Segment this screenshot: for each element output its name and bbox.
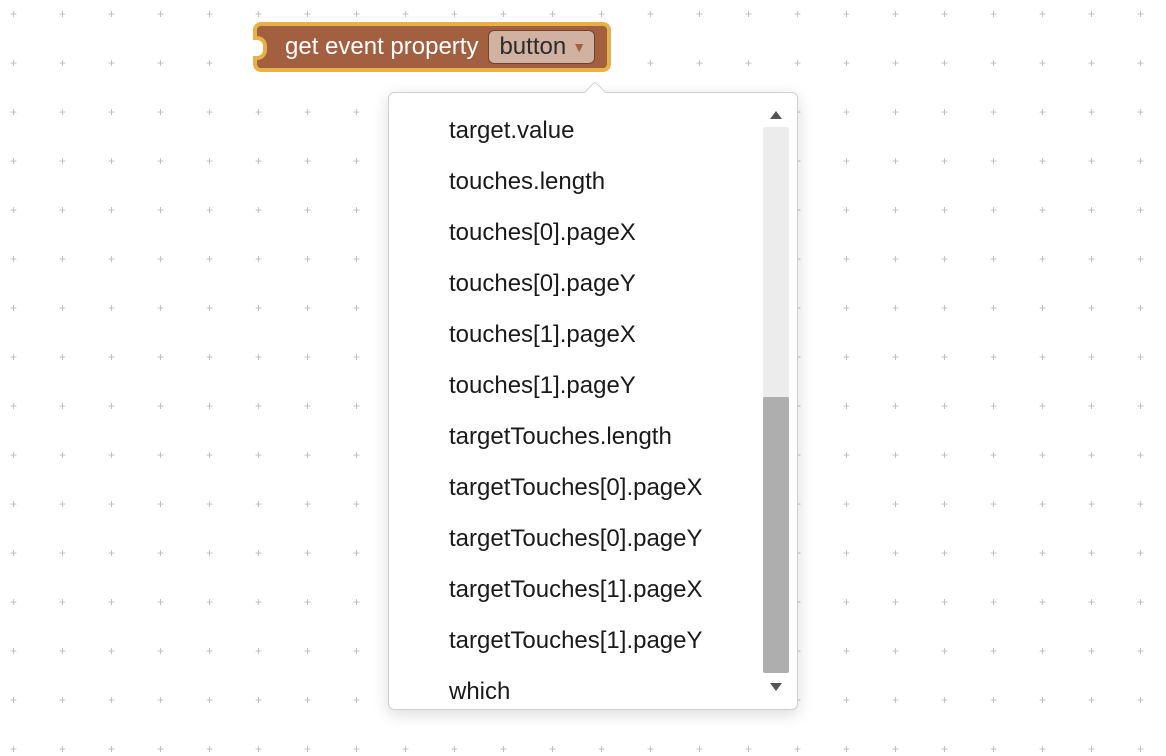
menu-item[interactable]: touches.length <box>449 156 763 207</box>
menu-pointer <box>583 82 605 93</box>
block-label: get event property <box>285 33 478 61</box>
get-event-property-block[interactable]: get event property button ▼ <box>253 22 611 72</box>
scrollbar-track[interactable] <box>763 127 789 673</box>
scroll-down-icon[interactable] <box>770 683 782 691</box>
chevron-down-icon: ▼ <box>572 39 586 55</box>
scroll-up-icon[interactable] <box>770 111 782 119</box>
menu-item[interactable]: target.value <box>449 105 763 156</box>
property-dropdown-menu: target.value touches.length touches[0].p… <box>388 92 798 710</box>
menu-item[interactable]: touches[0].pageY <box>449 258 763 309</box>
menu-item[interactable]: targetTouches[0].pageX <box>449 462 763 513</box>
menu-scrollbar[interactable] <box>763 93 797 709</box>
dropdown-selected-value: button <box>499 33 566 61</box>
menu-list: target.value touches.length touches[0].p… <box>389 93 763 709</box>
menu-item[interactable]: targetTouches[1].pageX <box>449 564 763 615</box>
scrollbar-thumb[interactable] <box>763 397 789 673</box>
menu-item[interactable]: touches[1].pageX <box>449 309 763 360</box>
property-dropdown-button[interactable]: button ▼ <box>488 30 595 64</box>
menu-item[interactable]: targetTouches[0].pageY <box>449 513 763 564</box>
block-connector-notch <box>253 36 267 60</box>
menu-item[interactable]: targetTouches[1].pageY <box>449 615 763 666</box>
menu-item[interactable]: which <box>449 666 763 709</box>
menu-item[interactable]: targetTouches.length <box>449 411 763 462</box>
menu-item[interactable]: touches[1].pageY <box>449 360 763 411</box>
menu-item[interactable]: touches[0].pageX <box>449 207 763 258</box>
